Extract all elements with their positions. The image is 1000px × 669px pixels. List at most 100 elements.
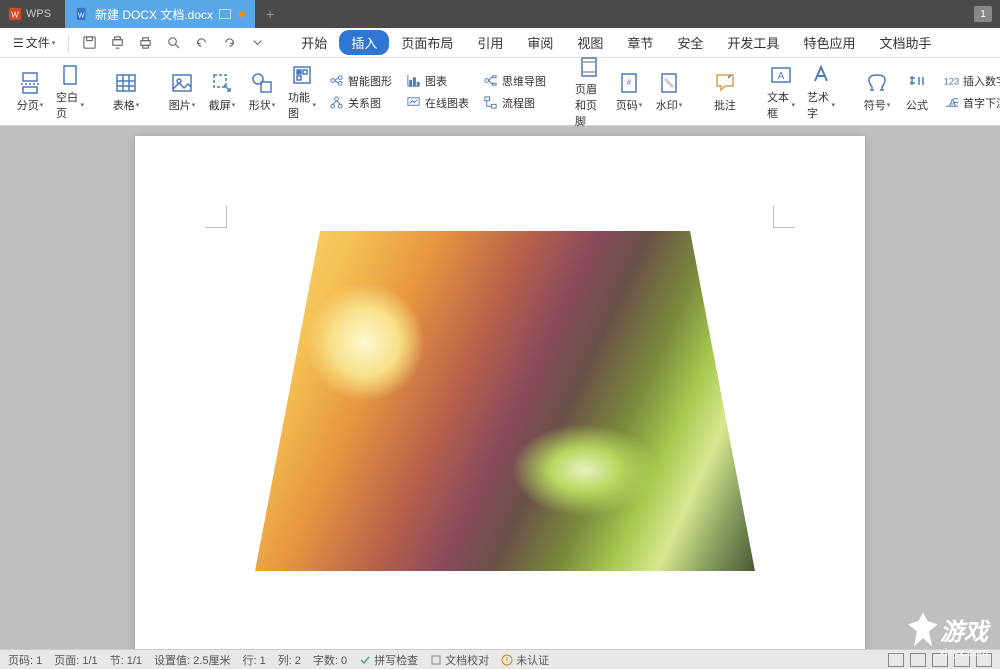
tab-start[interactable]: 开始 [289,29,339,56]
comment-icon [713,71,737,95]
shapes-button[interactable]: 形状▾ [242,67,282,117]
picture-icon [170,71,194,95]
smart-graphic-button[interactable]: 智能图形 [326,71,395,91]
svg-text:123: 123 [944,76,959,86]
tab-doc-assistant[interactable]: 文档助手 [867,29,943,56]
svg-text:!: ! [506,656,508,665]
page-number-button[interactable]: # 页码▾ [609,67,649,117]
tab-review[interactable]: 审阅 [515,29,565,56]
tab-chapter[interactable]: 章节 [615,29,665,56]
document-page[interactable] [135,136,865,649]
tab-label: 新建 DOCX 文档.docx [95,6,213,23]
preview-icon[interactable] [161,31,185,55]
menubar: ☰ 文件 ▾ 开始 插入 页面布局 引用 审阅 视图 章节 安全 开发工具 特色… [0,28,1000,58]
header-footer-button[interactable]: 页眉和页脚 [569,51,609,133]
status-page-code[interactable]: 页码: 1 [8,652,42,668]
status-row[interactable]: 行: 1 [242,652,265,668]
notification-badge[interactable]: 1 [974,6,992,22]
textbox-button[interactable]: A 文本框▾ [761,59,801,125]
margin-marker-tl [205,206,227,228]
status-verified[interactable]: !未认证 [501,652,549,668]
status-word-count[interactable]: 字数: 0 [313,652,347,668]
redo-icon[interactable] [217,31,241,55]
titlebar: W WPS W 新建 DOCX 文档.docx + 1 [0,0,1000,28]
status-set-value[interactable]: 设置值: 2.5厘米 [154,652,230,668]
symbol-button[interactable]: 符号▾ [857,67,897,117]
online-chart-button[interactable]: 在线图表 [403,93,472,113]
document-area[interactable] [0,126,1000,649]
site-watermark: 游戏 xiayx.com [908,612,988,659]
page-break-button[interactable]: 分页▾ [10,67,50,117]
status-page[interactable]: 页面: 1/1 [54,652,97,668]
insert-number-icon: 123 [944,73,959,88]
ribbon-tabs: 开始 插入 页面布局 引用 审阅 视图 章节 安全 开发工具 特色应用 文档助手 [289,29,943,56]
equation-icon [905,71,929,95]
drop-cap-icon: A [944,95,959,110]
view-mode-1[interactable] [888,653,904,667]
hamburger-icon: ☰ [13,36,24,50]
equation-button[interactable]: 公式 [897,67,937,117]
insert-number-button[interactable]: 123插入数字 [941,71,1000,91]
function-chart-button[interactable]: 功能图▾ [282,59,322,125]
tab-insert[interactable]: 插入 [339,30,389,55]
mind-map-button[interactable]: 思维导图 [480,71,549,91]
document-tab[interactable]: W 新建 DOCX 文档.docx [65,0,255,28]
margin-marker-tr [773,206,795,228]
tab-references[interactable]: 引用 [465,29,515,56]
warning-icon: ! [501,654,513,666]
blank-page-button[interactable]: 空白页▾ [50,59,90,125]
flow-chart-button[interactable]: 流程图 [480,93,549,113]
watermark-icon [657,71,681,95]
new-tab-button[interactable]: + [255,6,285,22]
comment-button[interactable]: 批注 [705,67,745,117]
flow-chart-icon [483,95,498,110]
page-number-icon: # [617,71,641,95]
relation-chart-button[interactable]: 关系图 [326,93,395,113]
tab-security[interactable]: 安全 [665,29,715,56]
watermark-button[interactable]: 水印▾ [649,67,689,117]
blank-page-icon [58,63,82,87]
shapes-icon [250,71,274,95]
status-section[interactable]: 节: 1/1 [110,652,142,668]
file-menu-button[interactable]: ☰ 文件 ▾ [8,31,60,54]
function-chart-icon [290,63,314,87]
dropdown-icon[interactable] [245,31,269,55]
wordart-icon [809,63,833,87]
pin-icon[interactable] [239,11,245,17]
page-break-icon [18,71,42,95]
tab-page-layout[interactable]: 页面布局 [389,29,465,56]
undo-icon[interactable] [189,31,213,55]
wordart-button[interactable]: 艺术字▾ [801,59,841,125]
sync-icon[interactable] [219,9,231,19]
table-icon [114,71,138,95]
status-spell-check[interactable]: 拼写检查 [359,652,418,668]
drop-cap-button[interactable]: A首字下沉 [941,93,1000,113]
relation-chart-icon [329,95,344,110]
picture-button[interactable]: 图片▾ [162,67,202,117]
tab-special[interactable]: 特色应用 [791,29,867,56]
print-icon[interactable] [133,31,157,55]
svg-text:A: A [778,71,785,82]
symbol-icon [865,71,889,95]
chart-button[interactable]: 图表 [403,71,472,91]
tab-developer[interactable]: 开发工具 [715,29,791,56]
save-icon[interactable] [77,31,101,55]
svg-text:#: # [627,78,632,87]
status-col[interactable]: 列: 2 [278,652,301,668]
screenshot-icon [210,71,234,95]
status-doc-proof[interactable]: 文档校对 [430,652,489,668]
print-preview-icon[interactable] [105,31,129,55]
app-logo[interactable]: W WPS [0,0,65,28]
statusbar: 页码: 1 页面: 1/1 节: 1/1 设置值: 2.5厘米 行: 1 列: … [0,649,1000,669]
table-button[interactable]: 表格▾ [106,67,146,117]
screenshot-button[interactable]: 截屏▾ [202,67,242,117]
textbox-icon: A [769,63,793,87]
header-footer-icon [577,55,601,79]
svg-text:W: W [78,13,85,20]
smart-graphic-icon [329,73,344,88]
proof-icon [430,654,442,666]
inserted-image[interactable] [255,231,755,571]
check-icon [359,654,371,666]
app-name: WPS [26,8,51,20]
svg-text:W: W [11,11,19,20]
